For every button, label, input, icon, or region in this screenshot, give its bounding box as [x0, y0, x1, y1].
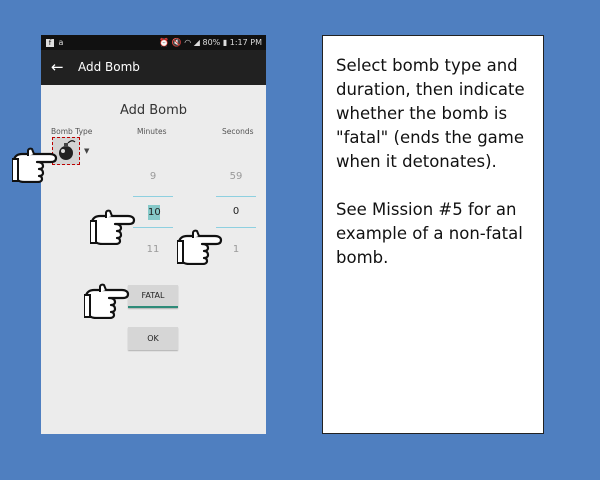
- battery-text: 80%: [202, 38, 221, 47]
- minutes-prev[interactable]: 9: [133, 171, 173, 182]
- facebook-icon: f: [46, 38, 54, 47]
- ok-button[interactable]: OK: [128, 327, 178, 350]
- instruction-text-2: See Mission #5 for an example of a non-f…: [336, 200, 523, 267]
- seconds-prev[interactable]: 59: [216, 171, 256, 182]
- instruction-text-1: Select bomb type and duration, then indi…: [336, 56, 525, 171]
- battery-icon: ▮: [222, 38, 228, 47]
- pointing-hand-icon: [84, 283, 130, 319]
- wifi-icon: ◠: [184, 38, 192, 47]
- back-arrow-icon[interactable]: ←: [51, 57, 64, 77]
- status-bar: f a ⏰ 🔇 ◠ ◢ 80% ▮ 1:17 PM: [41, 35, 266, 50]
- seconds-divider-top: [216, 196, 256, 197]
- status-left-icons: f a: [46, 35, 67, 50]
- dialog-title: Add Bomb: [119, 103, 188, 118]
- fatal-label: FATAL: [141, 291, 165, 300]
- seconds-current[interactable]: 0: [216, 206, 256, 217]
- instruction-panel: Select bomb type and duration, then indi…: [322, 35, 544, 434]
- pointing-hand-icon: [177, 229, 223, 265]
- signal-icon: ◢: [193, 38, 200, 47]
- phone-screen: f a ⏰ 🔇 ◠ ◢ 80% ▮ 1:17 PM ← Add Bomb Add…: [41, 35, 266, 434]
- mute-icon: 🔇: [171, 38, 182, 47]
- pointing-hand-icon: [90, 209, 136, 245]
- alarm-icon: ⏰: [159, 38, 170, 47]
- bomb-type-label: Bomb Type: [51, 127, 93, 136]
- status-right: ⏰ 🔇 ◠ ◢ 80% ▮ 1:17 PM: [159, 35, 262, 50]
- amazon-icon: a: [58, 37, 64, 47]
- status-time: 1:17 PM: [229, 38, 262, 47]
- chevron-down-icon: ▼: [84, 147, 90, 155]
- minutes-current[interactable]: 10: [148, 205, 161, 220]
- seconds-label: Seconds: [222, 127, 254, 136]
- minutes-next[interactable]: 11: [133, 244, 173, 255]
- minutes-divider-top: [133, 196, 173, 197]
- pointing-hand-icon: [12, 147, 58, 183]
- toolbar-title: Add Bomb: [78, 60, 140, 74]
- app-toolbar: ← Add Bomb: [41, 50, 266, 85]
- minutes-label: Minutes: [137, 127, 167, 136]
